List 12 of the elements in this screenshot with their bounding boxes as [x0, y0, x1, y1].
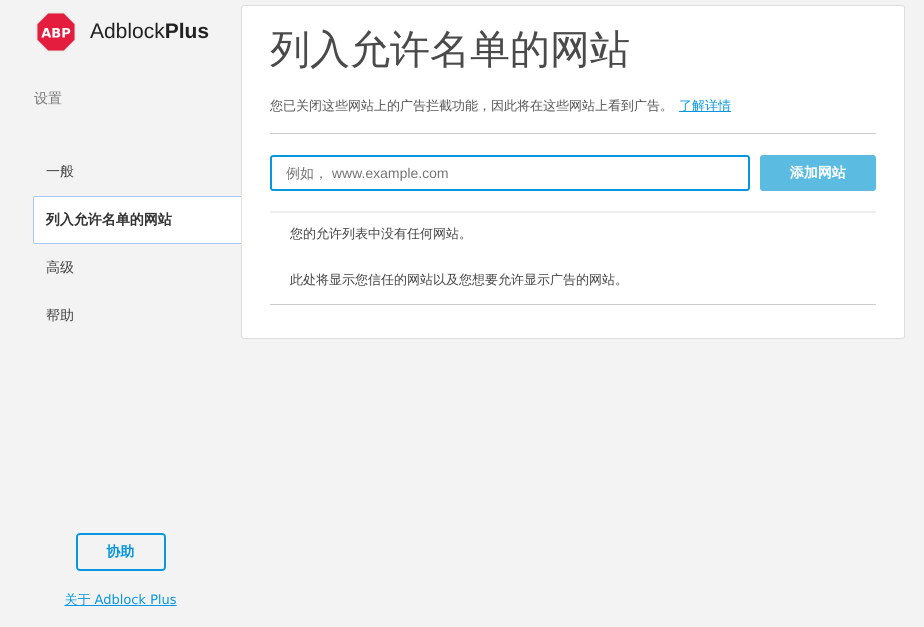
- section-heading: 设置: [34, 90, 63, 108]
- description: 您已关闭这些网站上的广告拦截功能，因此将在这些网站上看到广告。: [270, 99, 673, 114]
- website-input[interactable]: 例如， www.example.com: [270, 155, 750, 191]
- sidebar-item[interactable]: 帮助: [33, 292, 241, 340]
- sidebar-item[interactable]: 高级: [33, 244, 241, 292]
- logo-icon: ABP: [36, 12, 76, 52]
- brand-name: AdblockPlus: [90, 20, 210, 44]
- sidebar-item[interactable]: 一般: [33, 148, 241, 196]
- empty-message: 此处将显示您信任的网站以及您想要允许显示广告的网站。: [290, 272, 629, 290]
- page-title: 列入允许名单的网站: [270, 26, 631, 75]
- sidebar-item[interactable]: 列入允许名单的网站: [33, 196, 241, 244]
- empty-message: 您的允许列表中没有任何网站。: [290, 226, 473, 244]
